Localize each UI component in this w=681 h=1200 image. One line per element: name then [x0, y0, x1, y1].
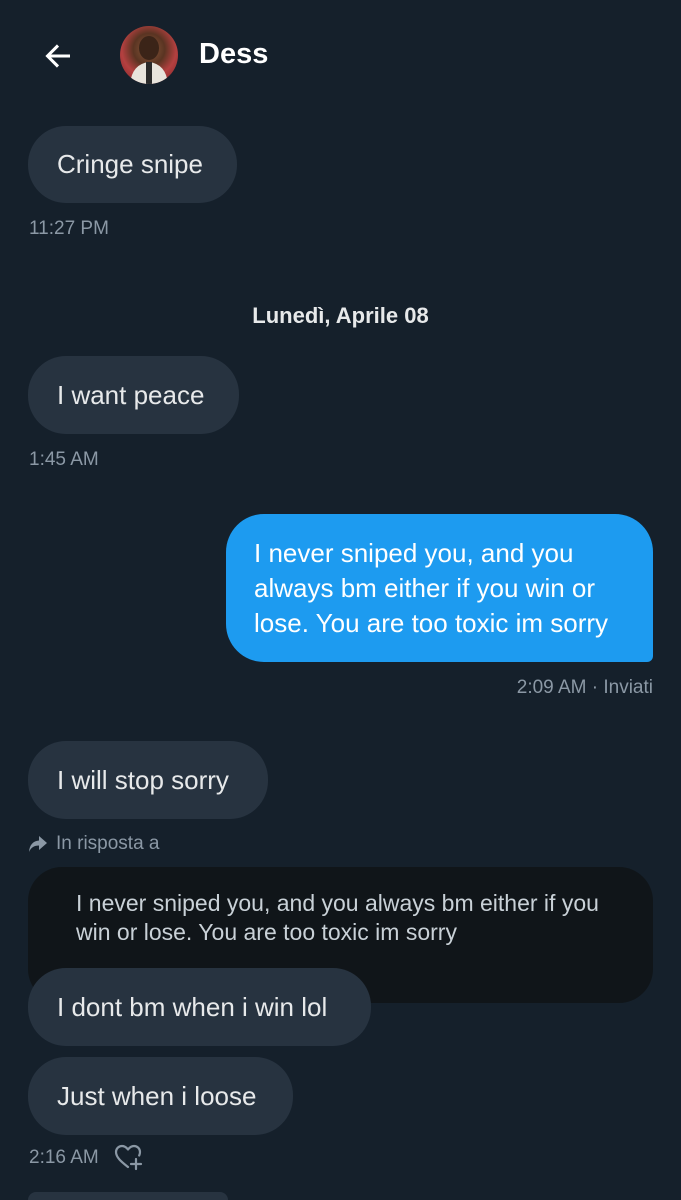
- avatar[interactable]: [120, 26, 178, 84]
- message-text-line: always bm either if you win or: [254, 573, 596, 603]
- message-text: Cringe snipe: [57, 149, 203, 179]
- conversation-header: Dess: [0, 0, 681, 112]
- contact-name[interactable]: Dess: [199, 38, 268, 71]
- message-text: I dont bm when i win lol: [57, 992, 328, 1022]
- message-text-line: I never sniped you, and you: [254, 538, 574, 568]
- message-timestamp: 1:45 AM: [29, 449, 99, 470]
- message-bubble[interactable]: I want peace: [28, 356, 239, 434]
- message-bubble[interactable]: Just when i loose: [28, 1057, 293, 1135]
- heart-plus-icon: [114, 1144, 143, 1171]
- arrow-left-icon: [45, 44, 70, 68]
- message-timestamp: 11:27 PM: [29, 218, 109, 239]
- reply-label: In risposta a: [56, 833, 160, 854]
- sent-message-bubble[interactable]: I never sniped you, and you always bm ei…: [226, 514, 653, 662]
- add-reaction-button[interactable]: [113, 1142, 143, 1172]
- message-timestamp: 2:16 AM: [29, 1147, 99, 1168]
- message-bubble[interactable]: I will stop sorry: [28, 741, 268, 819]
- next-message-bubble-partial: [28, 1192, 228, 1200]
- message-text: I will stop sorry: [57, 765, 229, 795]
- reply-arrow-icon: [29, 836, 47, 852]
- message-bubble[interactable]: I dont bm when i win lol: [28, 968, 371, 1046]
- back-button[interactable]: [36, 34, 80, 78]
- message-bubble[interactable]: Cringe snipe: [28, 126, 237, 203]
- message-text: I want peace: [57, 380, 205, 410]
- message-text-line: lose. You are too toxic im sorry: [254, 608, 609, 638]
- date-separator: Lunedì, Aprile 08: [252, 303, 429, 328]
- message-text: Just when i loose: [57, 1081, 257, 1111]
- reply-indicator: In risposta a: [28, 831, 160, 857]
- quoted-text: I never sniped you, and you always bm ei…: [76, 890, 599, 945]
- sent-status: 2:09 AM · Inviati: [516, 677, 653, 698]
